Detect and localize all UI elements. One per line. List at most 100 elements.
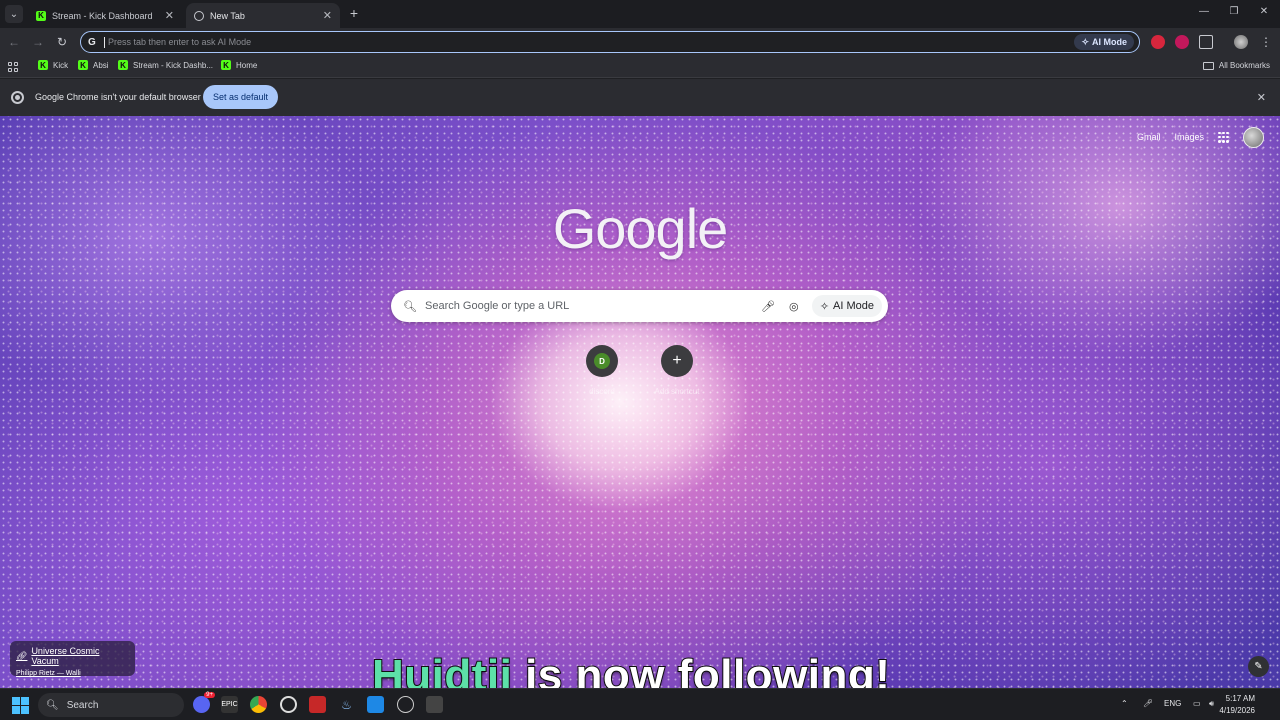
shortcut-discord[interactable]: D discord	[567, 345, 637, 396]
toolbar: ← → ↻ G Press tab then enter to ask AI M…	[0, 28, 1280, 56]
taskbar-search-label: Search	[66, 699, 99, 711]
system-clock[interactable]: 5:17 AM 4/19/2026	[1219, 693, 1255, 717]
extension-pink-icon[interactable]	[1175, 35, 1189, 49]
windows-start-icon[interactable]	[12, 697, 29, 714]
tab-kick-dashboard[interactable]: K Stream - Kick Dashboard ✕	[28, 3, 182, 28]
tab-close-icon[interactable]: ✕	[323, 9, 332, 22]
new-tab-button[interactable]: +	[346, 5, 362, 21]
search-icon: 🔍︎	[403, 300, 417, 313]
bookmark-stream[interactable]: K Stream - Kick Dashb...	[118, 60, 213, 70]
customize-pencil-icon[interactable]: ✎	[1248, 656, 1269, 677]
kick-icon: K	[221, 60, 231, 70]
bookmarks-bar: K Kick K Absi K Stream - Kick Dashb... K…	[0, 56, 1280, 78]
microphone-icon[interactable]: 🎤︎	[758, 296, 778, 316]
google-apps-icon[interactable]	[1218, 131, 1229, 143]
attribution-title: Universe Cosmic Vacum	[31, 646, 100, 666]
tab-label: Stream - Kick Dashboard	[52, 10, 153, 21]
ai-sparkle-icon: ✧	[1081, 36, 1089, 47]
minimize-button[interactable]: —	[1196, 6, 1212, 17]
extensions-puzzle-icon[interactable]	[1199, 35, 1213, 49]
tab-label: New Tab	[210, 10, 245, 21]
bookmark-home[interactable]: K Home	[221, 60, 257, 70]
search-icon: 🔍︎	[46, 699, 59, 711]
language-indicator[interactable]: ENG	[1164, 699, 1181, 708]
obs-icon[interactable]	[280, 696, 297, 713]
omnibox-placeholder: Press tab then enter to ask AI Mode	[108, 37, 252, 47]
close-icon[interactable]: ✕	[1257, 91, 1266, 104]
images-link[interactable]: Images	[1174, 132, 1204, 142]
ai-mode-label: AI Mode	[833, 300, 874, 312]
microphone-tray-icon[interactable]: 🎤︎	[1143, 699, 1153, 708]
folder-icon	[1202, 61, 1214, 70]
background-attribution: 🔗︎ Universe Cosmic Vacum Philipp Rietz —…	[10, 641, 135, 677]
extension-red-icon[interactable]	[1151, 35, 1165, 49]
bookmark-absi[interactable]: K Absi	[78, 60, 109, 70]
app-dark-icon[interactable]	[426, 696, 443, 713]
ai-sparkle-icon: ✧	[819, 300, 830, 313]
kick-icon: K	[78, 60, 88, 70]
network-icon[interactable]: ▭	[1193, 699, 1201, 708]
tab-strip: ⌄ K Stream - Kick Dashboard ✕ New Tab ✕ …	[0, 0, 1280, 28]
bookmark-label: Stream - Kick Dashb...	[133, 60, 214, 70]
bookmark-label: Home	[236, 60, 258, 70]
gmail-link[interactable]: Gmail	[1137, 132, 1161, 142]
clock-time: 5:17 AM	[1225, 694, 1255, 703]
google-g-icon: G	[88, 36, 96, 48]
shortcut-add[interactable]: + Add shortcut	[642, 345, 712, 396]
ai-mode-button[interactable]: ✧ AI Mode	[811, 295, 882, 317]
tab-close-icon[interactable]: ✕	[165, 9, 174, 22]
epic-games-icon[interactable]: EPIC	[221, 696, 238, 713]
text-cursor	[104, 36, 105, 48]
search-box[interactable]: 🔍︎ Search Google or type a URL 🎤︎ ◎ ✧ AI…	[391, 290, 888, 322]
ai-mode-chip[interactable]: ✧ AI Mode	[1074, 34, 1134, 50]
tab-new-tab[interactable]: New Tab ✕	[186, 3, 340, 28]
top-links: Gmail Images	[1137, 126, 1264, 148]
apps-grid-icon[interactable]	[8, 62, 18, 72]
screen: ⌄ K Stream - Kick Dashboard ✕ New Tab ✕ …	[0, 0, 1280, 720]
game-app-icon[interactable]	[309, 696, 326, 713]
menu-dots-icon[interactable]: ⋮	[1258, 34, 1274, 50]
bookmark-kick[interactable]: K Kick	[38, 60, 68, 70]
google-logo: Google	[552, 197, 729, 260]
tab-search-button[interactable]: ⌄	[5, 5, 23, 23]
chrome-icon	[11, 91, 24, 104]
kick-icon: K	[38, 60, 48, 70]
show-hidden-icons-chevron[interactable]: ⌃	[1121, 699, 1128, 708]
kick-icon: K	[118, 60, 128, 70]
restore-button[interactable]: ❐	[1226, 6, 1242, 17]
taskbar: 🔍︎ Search 9+ EPIC ♨ ⌃ 🎤︎ ENG ▭ 🔊︎ 5:17 A…	[0, 688, 1280, 720]
all-bookmarks-button[interactable]: All Bookmarks	[1202, 61, 1270, 70]
bookmark-label: Kick	[53, 60, 69, 70]
search-placeholder: Search Google or type a URL	[425, 300, 570, 312]
app-circle-icon[interactable]	[397, 696, 414, 713]
clock-date: 4/19/2026	[1219, 706, 1255, 715]
attribution-title-link[interactable]: 🔗︎ Universe Cosmic Vacum	[16, 646, 129, 666]
discord-favicon: D	[594, 353, 610, 369]
set-as-default-button[interactable]: Set as default	[203, 85, 278, 109]
shortcut-label: Add shortcut	[654, 387, 700, 396]
ai-mode-label: AI Mode	[1092, 37, 1127, 47]
back-icon[interactable]: ←	[6, 34, 22, 50]
globe-icon	[194, 10, 204, 21]
app-window-icon[interactable]	[367, 696, 384, 713]
discord-icon[interactable]: 9+	[193, 692, 215, 713]
reload-icon[interactable]: ↻	[54, 34, 70, 50]
notification-badge: 9+	[204, 692, 215, 698]
default-browser-infobar: Google Chrome isn't your default browser…	[0, 79, 1280, 116]
steam-icon[interactable]: ♨	[338, 696, 355, 713]
shortcut-label: discord	[589, 387, 615, 396]
link-icon: 🔗︎	[16, 650, 28, 661]
kick-icon: K	[36, 10, 46, 21]
plus-icon: +	[661, 345, 693, 377]
shortcut-tile: D	[586, 345, 618, 377]
volume-icon[interactable]: 🔊︎	[1209, 699, 1214, 709]
account-avatar[interactable]	[1243, 126, 1264, 148]
attribution-author[interactable]: Philipp Rietz — Walli	[16, 670, 129, 677]
google-lens-icon[interactable]: ◎	[784, 296, 804, 316]
forward-icon[interactable]: →	[30, 34, 46, 50]
chrome-taskbar-icon[interactable]	[250, 696, 267, 713]
close-window-button[interactable]: ✕	[1256, 6, 1272, 17]
profile-avatar[interactable]	[1234, 35, 1248, 49]
taskbar-search[interactable]: 🔍︎ Search	[38, 693, 184, 717]
omnibox[interactable]: G Press tab then enter to ask AI Mode ✧ …	[80, 31, 1140, 53]
